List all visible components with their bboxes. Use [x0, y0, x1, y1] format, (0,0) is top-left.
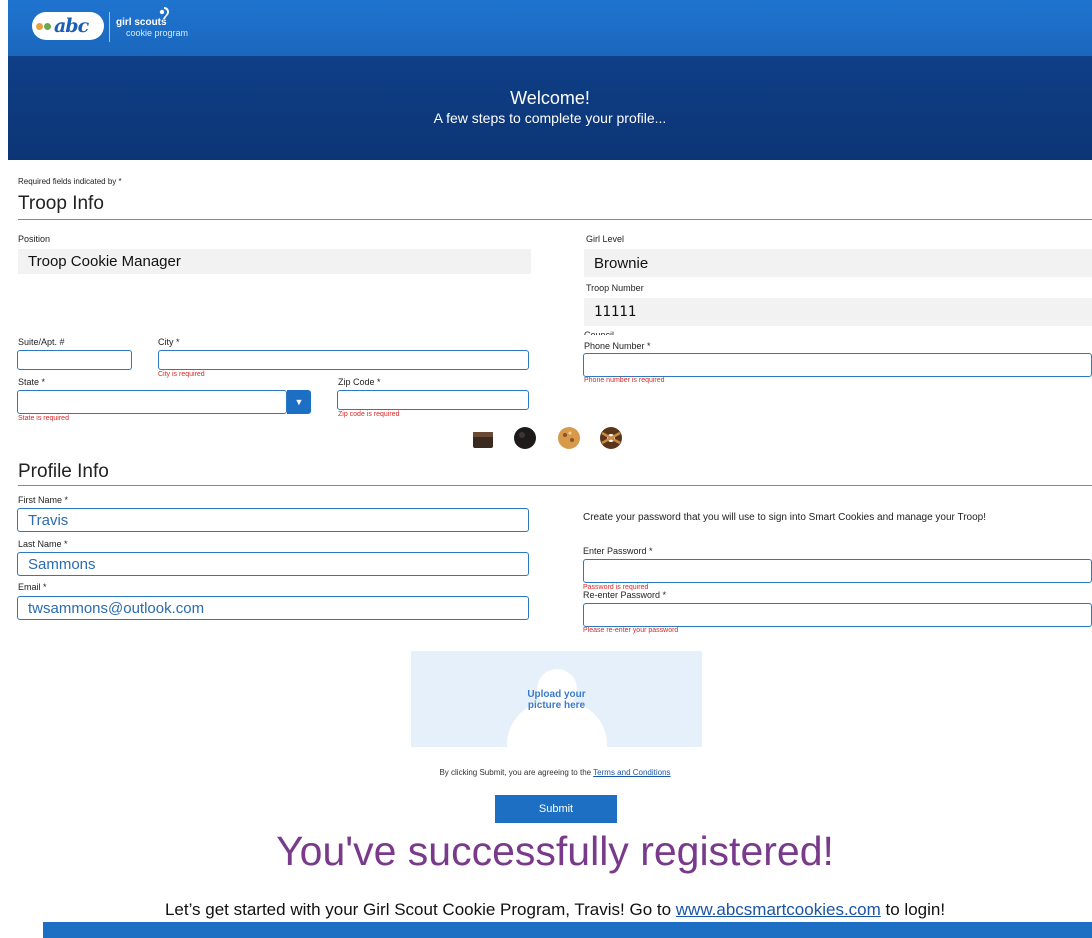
reenter-password-label: Re-enter Password * — [583, 590, 667, 600]
phone-input[interactable] — [583, 353, 1092, 377]
suite-label: Suite/Apt. # — [18, 337, 65, 347]
upload-picture-area[interactable]: Upload your picture here — [411, 651, 702, 747]
zip-error: Zip code is required — [338, 411, 400, 418]
upload-line1: Upload your — [527, 689, 586, 700]
phone-error: Phone number is required — [584, 377, 665, 384]
footer-bar — [43, 922, 1092, 938]
profile-info-divider — [18, 485, 1092, 486]
cookie-samoa-icon — [600, 427, 622, 449]
logo-divider — [109, 12, 110, 42]
required-note: Required fields indicated by * — [18, 177, 122, 186]
terms-link[interactable]: Terms and Conditions — [593, 768, 670, 777]
troop-number-field: 11111 — [584, 298, 1092, 326]
first-name-input[interactable]: Travis — [17, 508, 529, 532]
logo-color-dots — [36, 22, 51, 30]
welcome-subtitle: A few steps to complete your profile... — [433, 110, 667, 126]
welcome-title: Welcome! — [510, 88, 590, 108]
state-error: State is required — [18, 415, 69, 422]
girl-scouts-logo: girl scouts cookie program — [116, 17, 189, 39]
reenter-password-error: Please re-enter your password — [583, 627, 679, 634]
first-name-label: First Name * — [18, 495, 69, 505]
cookie-thin-mint-icon — [514, 427, 536, 449]
terms-text: By clicking Submit, you are agreeing to … — [0, 768, 1092, 777]
position-field: Troop Cookie Manager — [18, 249, 531, 274]
abc-logo-icon[interactable]: abc — [32, 12, 104, 40]
phone-label: Phone Number * — [584, 341, 651, 351]
position-label: Position — [18, 234, 51, 244]
email-label: Email * — [18, 582, 47, 592]
upload-line2: picture here — [527, 700, 586, 711]
council-label: Council — [584, 331, 614, 335]
password-input[interactable] — [583, 559, 1092, 583]
select-arrow-icon[interactable]: ▼ — [287, 390, 311, 414]
smartcookies-link[interactable]: www.abcsmartcookies.com — [676, 900, 881, 919]
city-input[interactable] — [158, 350, 529, 370]
terms-prefix: By clicking Submit, you are agreeing to … — [439, 768, 594, 777]
zip-input[interactable] — [337, 390, 529, 410]
success-message-suffix: to login! — [880, 900, 946, 919]
last-name-label: Last Name * — [18, 539, 68, 549]
state-label: State * — [18, 377, 46, 387]
upload-text: Upload your picture here — [411, 689, 702, 711]
gs-logo-line1: girl scouts — [116, 17, 167, 28]
city-error: City is required — [158, 371, 205, 378]
cookie-toffee-icon — [558, 427, 580, 449]
top-header-bar: abc girl scouts cookie program — [8, 0, 1092, 56]
cookie-brownie-icon — [473, 432, 493, 448]
reenter-password-input[interactable] — [583, 603, 1092, 627]
profile-info-heading: Profile Info — [18, 461, 109, 482]
city-label: City * — [158, 337, 180, 347]
email-input[interactable]: twsammons@outlook.com — [17, 596, 529, 620]
success-headline: You've successfully registered! — [276, 828, 834, 874]
troop-number-label: Troop Number — [586, 283, 644, 293]
state-select[interactable] — [17, 390, 287, 414]
abc-logo-text: abc — [54, 15, 89, 37]
welcome-banner: Welcome! A few steps to complete your pr… — [8, 56, 1092, 160]
troop-info-divider — [18, 219, 1092, 220]
success-message: Let’s get started with your Girl Scout C… — [0, 900, 1092, 920]
suite-input[interactable] — [17, 350, 132, 370]
password-intro: Create your password that you will use t… — [583, 512, 986, 523]
troop-info-heading: Troop Info — [18, 193, 104, 214]
gs-logo-line2: cookie program — [126, 28, 189, 38]
submit-button[interactable]: Submit — [495, 795, 617, 823]
girl-level-label: Girl Level — [586, 234, 625, 244]
last-name-input[interactable]: Sammons — [17, 552, 529, 576]
zip-label: Zip Code * — [338, 377, 381, 387]
success-message-prefix: Let’s get started with your Girl Scout C… — [164, 900, 676, 919]
password-label: Enter Password * — [583, 546, 653, 556]
girl-level-field: Brownie — [584, 249, 1092, 277]
